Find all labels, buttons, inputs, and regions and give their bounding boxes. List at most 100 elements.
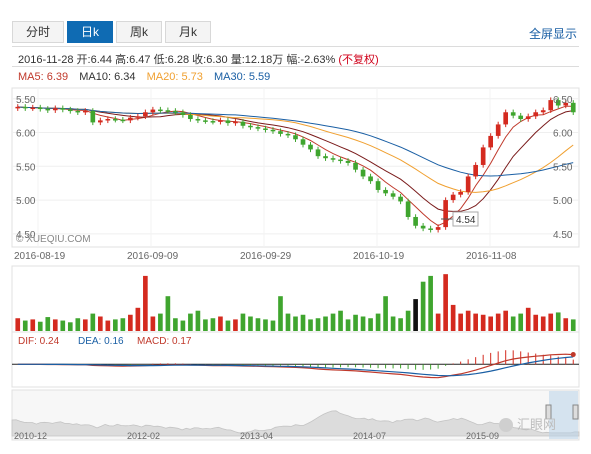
overview-tick: 2015-09 [466, 431, 499, 441]
volume-bar [435, 313, 441, 331]
volume-bar [120, 318, 126, 331]
volume-bar [480, 314, 486, 331]
volume-bar [330, 313, 336, 331]
candle [37, 107, 43, 110]
volume-bar [97, 316, 103, 331]
handle-right-grip[interactable] [572, 404, 579, 420]
dif-endpoint [570, 352, 576, 358]
volume-bar [458, 313, 463, 331]
candles [15, 97, 576, 233]
candle [428, 228, 433, 230]
candle [120, 119, 126, 122]
volume-bar [443, 274, 448, 331]
dif-label: DIF: [18, 336, 37, 347]
volume-bar [113, 319, 118, 331]
candle [338, 159, 343, 162]
volume-bar [67, 322, 73, 331]
candle [22, 106, 28, 109]
candle [97, 120, 103, 123]
candle [533, 112, 539, 117]
volume-bar [465, 310, 471, 331]
logo-text: 汇眼网 [517, 417, 556, 432]
volume-bar [52, 319, 58, 331]
candle [128, 117, 133, 121]
volume-bar [255, 318, 261, 331]
candle [480, 147, 486, 165]
candle [383, 189, 388, 194]
volume-bar [128, 314, 133, 331]
candle [398, 196, 403, 202]
volume-bar [60, 320, 66, 331]
site-logo: 汇眼网 [499, 417, 556, 432]
candle [203, 120, 208, 122]
volume-bar [315, 318, 321, 331]
volume-bar [75, 318, 81, 331]
volume-bar [15, 318, 21, 331]
overview-handle-right[interactable] [572, 404, 579, 420]
dif-line [17, 353, 574, 379]
candle [225, 120, 231, 124]
candle [158, 109, 163, 112]
volume-bar [398, 318, 403, 331]
volume-bar [135, 307, 141, 331]
candle [75, 110, 81, 113]
volume-bar [338, 310, 343, 331]
candle [330, 158, 336, 160]
y-tick-right: 5.00 [553, 196, 573, 207]
candle [173, 110, 178, 113]
dea-value: 0.16 [104, 336, 124, 347]
volume-bar [165, 296, 171, 331]
volume-bar [488, 316, 494, 331]
y-tick-left: 6.00 [16, 129, 36, 140]
candle [105, 119, 111, 121]
candle [458, 191, 463, 195]
candle [82, 110, 88, 113]
volume-bar [158, 313, 163, 331]
volume-bar [570, 319, 576, 331]
volume-bar [375, 313, 381, 331]
y-tick-right: 4.50 [553, 230, 573, 241]
low-marker-label: 4.54 [456, 215, 476, 226]
volume-bar [203, 319, 208, 331]
dif-legend: DIF: 0.24 [18, 336, 60, 347]
candle [375, 181, 381, 190]
volume-bar [270, 320, 276, 331]
candle [450, 194, 456, 201]
stock-chart: 6.505.506.006.005.505.505.005.004.504.50… [11, 87, 580, 441]
candle [270, 129, 276, 132]
volume-bar [300, 314, 306, 331]
candle [518, 115, 524, 120]
x-tick: 2016-09-09 [127, 251, 179, 262]
y-tick-left: 5.50 [16, 162, 36, 173]
candle [525, 116, 531, 120]
volume-bar [45, 317, 51, 331]
candle [308, 144, 313, 150]
candle [218, 120, 223, 122]
volume-bar [510, 316, 516, 331]
candle [405, 201, 411, 217]
overview-tick: 2014-07 [353, 431, 386, 441]
volume-bar [278, 296, 283, 331]
volume-bar [525, 307, 531, 331]
volume-bar [143, 275, 148, 331]
volume-bar [360, 316, 366, 331]
macd-label: MACD: [137, 336, 169, 347]
volume-bar [503, 310, 509, 331]
macd-legend-value: MACD: 0.17 [137, 336, 192, 347]
x-tick: 2016-08-19 [14, 251, 66, 262]
volume-bar [420, 281, 426, 331]
candle [540, 110, 546, 113]
volume-bar [548, 313, 554, 331]
volume-bar [210, 318, 216, 331]
dea-legend: DEA: 0.16 [78, 336, 124, 347]
macd-indicator [12, 350, 579, 379]
candle [293, 135, 298, 140]
candle [210, 121, 216, 123]
volume-bar [188, 313, 193, 331]
volume-bar [225, 320, 231, 331]
overview-tick: 2012-02 [127, 431, 160, 441]
volume-bar [90, 313, 96, 331]
volume-bar [240, 313, 246, 331]
volume-bar [353, 314, 358, 331]
macd-value: 0.17 [172, 336, 192, 347]
